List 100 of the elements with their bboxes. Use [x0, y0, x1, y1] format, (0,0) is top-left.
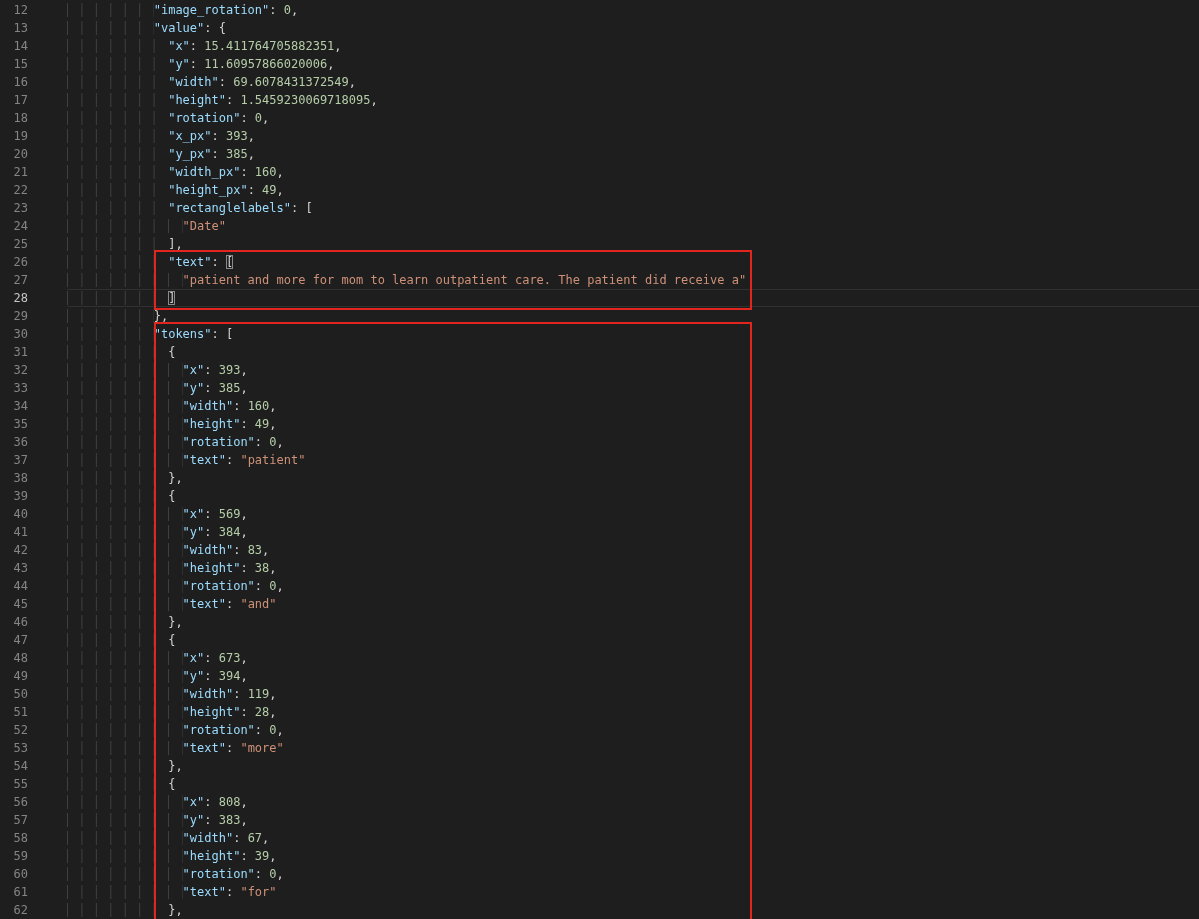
line-number: 22 — [12, 182, 28, 199]
code-line: "width": 160, — [67, 397, 1199, 415]
line-number: 34 — [12, 398, 28, 415]
line-number: 25 — [12, 236, 28, 253]
line-number: 21 — [12, 164, 28, 181]
line-number: 20 — [12, 146, 28, 163]
line-number: 28 — [12, 290, 28, 307]
line-number: 19 — [12, 128, 28, 145]
code-line: "x": 569, — [67, 505, 1199, 523]
code-line: }, — [67, 307, 1199, 325]
line-number: 15 — [12, 56, 28, 73]
code-line: "tokens": [ — [67, 325, 1199, 343]
code-line: ], — [67, 235, 1199, 253]
code-line: "height": 49, — [67, 415, 1199, 433]
code-line: "text": "and" — [67, 595, 1199, 613]
code-line: "rectanglelabels": [ — [67, 199, 1199, 217]
line-number: 23 — [12, 200, 28, 217]
code-line: "width": 119, — [67, 685, 1199, 703]
code-line: "width": 67, — [67, 829, 1199, 847]
line-number: 13 — [12, 20, 28, 37]
line-number: 27 — [12, 272, 28, 289]
code-line: "y": 383, — [67, 811, 1199, 829]
line-number: 29 — [12, 308, 28, 325]
line-number: 30 — [12, 326, 28, 343]
code-line: "y": 385, — [67, 379, 1199, 397]
line-number: 60 — [12, 866, 28, 883]
code-line: "height_px": 49, — [67, 181, 1199, 199]
code-line: "rotation": 0, — [67, 433, 1199, 451]
code-line: { — [67, 631, 1199, 649]
code-line: "x": 808, — [67, 793, 1199, 811]
line-number: 58 — [12, 830, 28, 847]
code-line: "y_px": 385, — [67, 145, 1199, 163]
line-number: 35 — [12, 416, 28, 433]
code-line: { — [67, 775, 1199, 793]
line-number: 26 — [12, 254, 28, 271]
line-number: 32 — [12, 362, 28, 379]
line-number: 62 — [12, 902, 28, 919]
code-line: "y": 394, — [67, 667, 1199, 685]
line-number: 50 — [12, 686, 28, 703]
code-line: "text": "for" — [67, 883, 1199, 901]
line-number: 17 — [12, 92, 28, 109]
line-number: 38 — [12, 470, 28, 487]
code-line: }, — [67, 469, 1199, 487]
line-number: 31 — [12, 344, 28, 361]
line-number: 45 — [12, 596, 28, 613]
line-number: 12 — [12, 2, 28, 19]
code-line: }, — [67, 613, 1199, 631]
code-line: "rotation": 0, — [67, 721, 1199, 739]
code-line: { — [67, 343, 1199, 361]
code-line: "text": [ — [67, 253, 1199, 271]
line-number: 47 — [12, 632, 28, 649]
line-number: 39 — [12, 488, 28, 505]
line-number: 40 — [12, 506, 28, 523]
code-line: "rotation": 0, — [67, 109, 1199, 127]
line-number: 24 — [12, 218, 28, 235]
line-number: 59 — [12, 848, 28, 865]
line-number: 52 — [12, 722, 28, 739]
code-line: "x": 673, — [67, 649, 1199, 667]
code-line: }, — [67, 757, 1199, 775]
code-line: "width": 69.6078431372549, — [67, 73, 1199, 91]
line-number: 42 — [12, 542, 28, 559]
line-number: 14 — [12, 38, 28, 55]
line-number: 51 — [12, 704, 28, 721]
code-line: ] — [67, 289, 1199, 307]
code-line: { — [67, 487, 1199, 505]
line-number: 43 — [12, 560, 28, 577]
code-line: "height": 39, — [67, 847, 1199, 865]
line-number: 55 — [12, 776, 28, 793]
line-number: 48 — [12, 650, 28, 667]
line-number: 46 — [12, 614, 28, 631]
code-line: "rotation": 0, — [67, 577, 1199, 595]
code-line: "height": 28, — [67, 703, 1199, 721]
code-line: "height": 38, — [67, 559, 1199, 577]
line-number: 61 — [12, 884, 28, 901]
line-number: 56 — [12, 794, 28, 811]
line-number: 44 — [12, 578, 28, 595]
code-line: "width_px": 160, — [67, 163, 1199, 181]
code-line: "value": { — [67, 19, 1199, 37]
code-line: }, — [67, 901, 1199, 919]
line-number: 54 — [12, 758, 28, 775]
line-number: 16 — [12, 74, 28, 91]
code-line: "x": 393, — [67, 361, 1199, 379]
code-line: "width": 83, — [67, 541, 1199, 559]
line-number: 41 — [12, 524, 28, 541]
code-line: "height": 1.5459230069718095, — [67, 91, 1199, 109]
line-number: 33 — [12, 380, 28, 397]
code-line: "text": "more" — [67, 739, 1199, 757]
line-number: 53 — [12, 740, 28, 757]
code-line: "image_rotation": 0, — [67, 1, 1199, 19]
code-line: "rotation": 0, — [67, 865, 1199, 883]
code-line: "text": "patient" — [67, 451, 1199, 469]
code-line: "x": 15.411764705882351, — [67, 37, 1199, 55]
code-line: "Date" — [67, 217, 1199, 235]
code-line: "y": 384, — [67, 523, 1199, 541]
line-number: 37 — [12, 452, 28, 469]
code-line: "patient and more for mom to learn outpatient care. The patient did receive a" — [67, 271, 1199, 289]
line-number: 36 — [12, 434, 28, 451]
line-number: 57 — [12, 812, 28, 829]
line-number: 18 — [12, 110, 28, 127]
line-number: 49 — [12, 668, 28, 685]
